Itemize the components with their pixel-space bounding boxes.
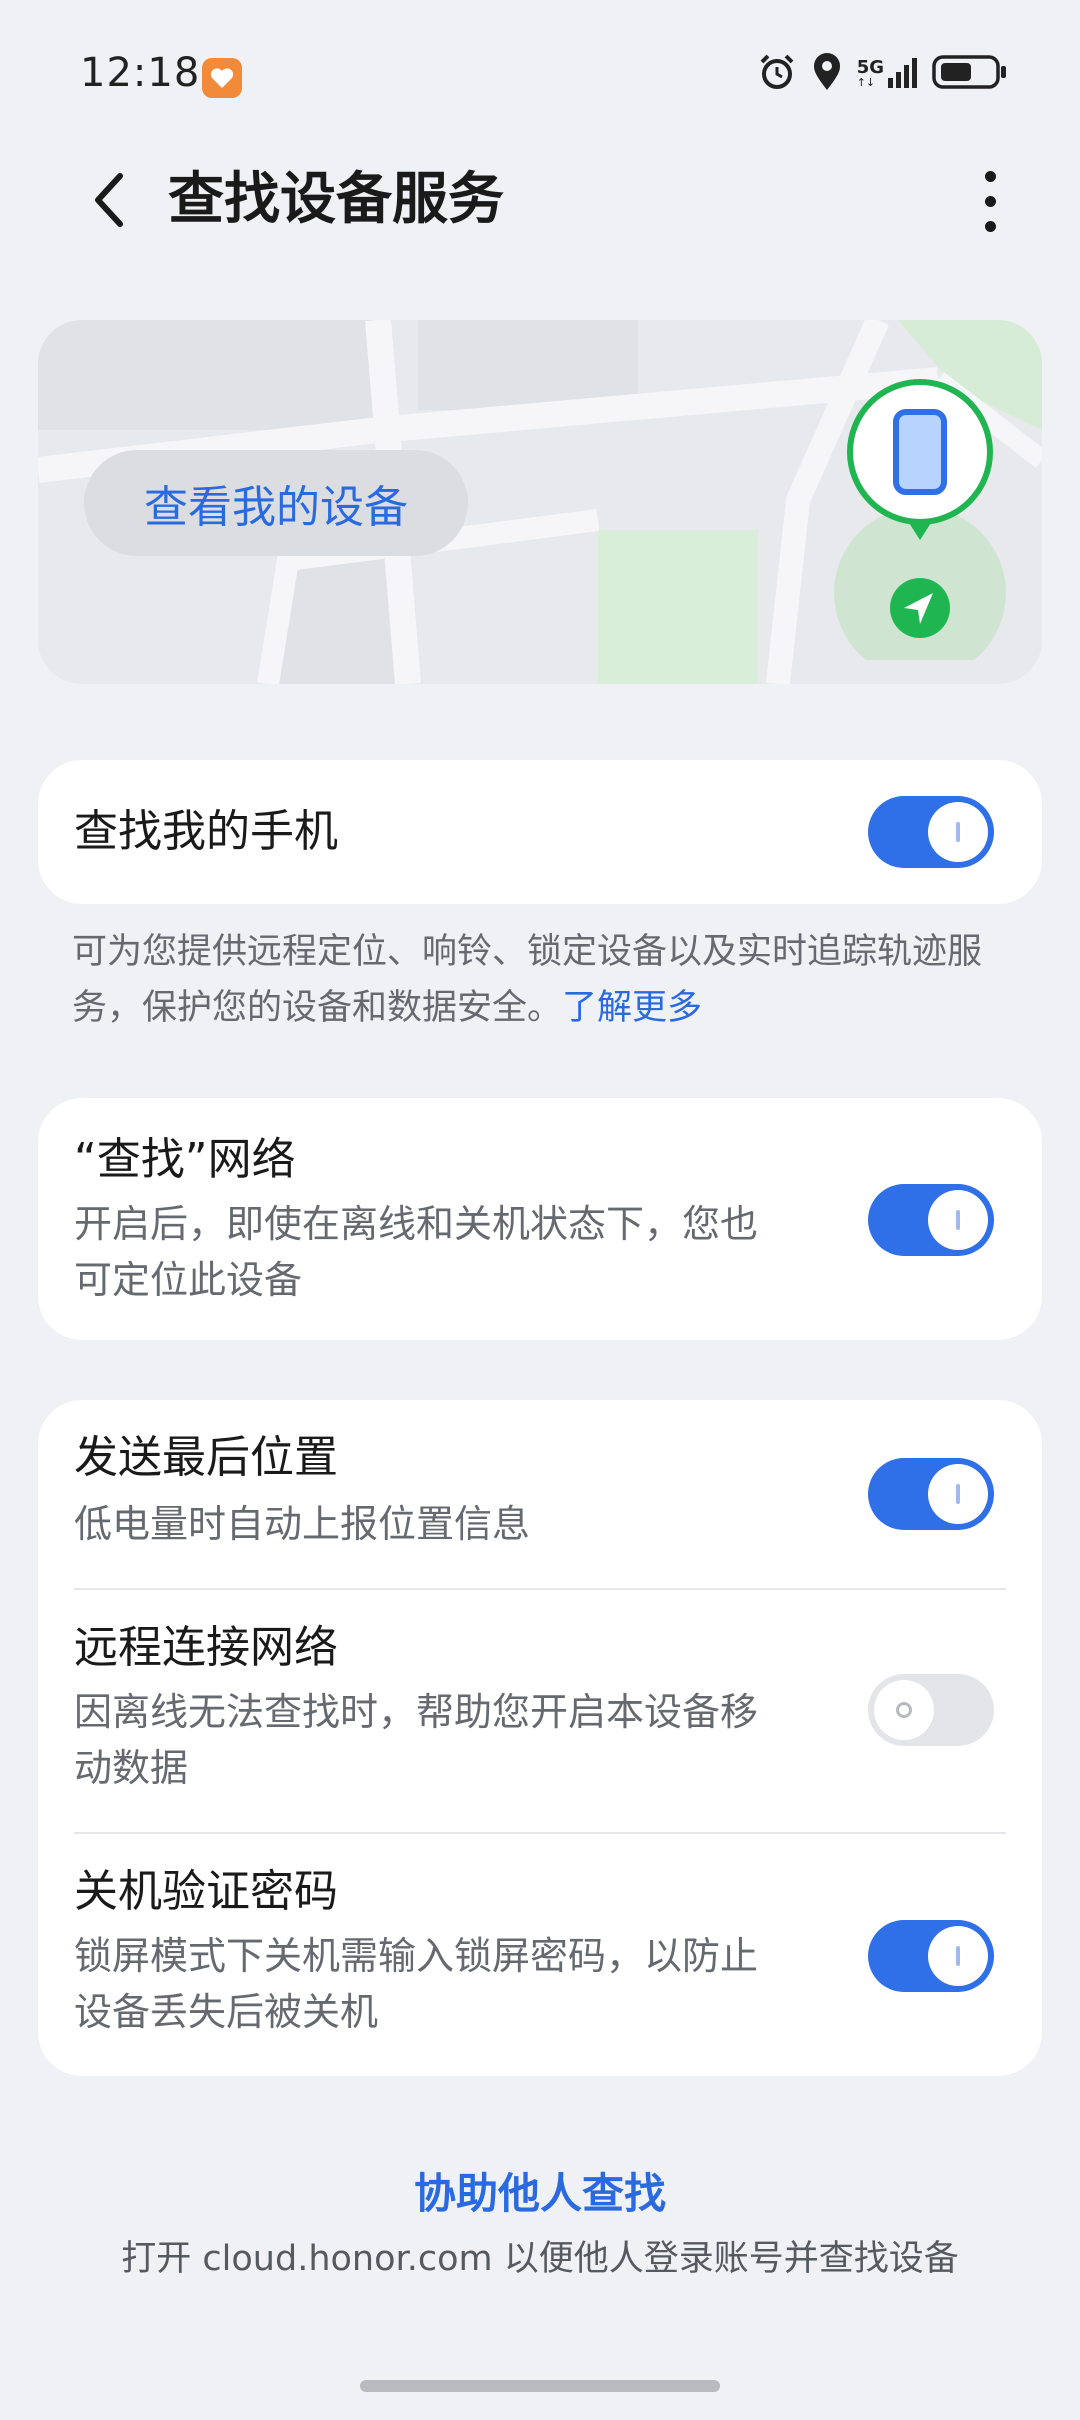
remote-network-title: 远程连接网络: [74, 1622, 338, 1673]
remote-network-toggle[interactable]: [868, 1674, 994, 1746]
page-title: 查找设备服务: [168, 167, 504, 232]
find-my-phone-title: 查找我的手机: [74, 806, 338, 857]
view-my-device-button[interactable]: 查看我的设备: [84, 450, 468, 556]
find-my-phone-toggle[interactable]: [868, 796, 994, 868]
assist-others-link[interactable]: 协助他人查找: [0, 2160, 1080, 2221]
find-network-subtitle: 开启后，即使在离线和关机状态下，您也可定位此设备: [74, 1202, 759, 1302]
device-map-card[interactable]: 查看我的设备: [38, 320, 1042, 684]
find-network-card: “查找”网络 开启后，即使在离线和关机状态下，您也可定位此设备: [38, 1098, 1042, 1340]
alarm-icon: [760, 54, 794, 89]
battery-icon: [932, 55, 1006, 89]
device-location-pin: [834, 379, 1006, 660]
find-description-text: 可为您提供远程定位、响铃、锁定设备以及实时追踪轨迹服务，保护您的设备和数据安全。: [72, 932, 983, 1028]
send-last-location-title: 发送最后位置: [74, 1432, 338, 1483]
shutdown-password-toggle[interactable]: [868, 1920, 994, 1992]
home-indicator[interactable]: [360, 2380, 720, 2392]
find-device-service-screen: 12:18 5G ↑↓ 查找设备服务 查看我的设备 查找我的手机 可为您提供远程…: [0, 0, 1080, 2420]
find-network-title: “查找”网络: [74, 1134, 296, 1185]
signal-icon: 5G ↑↓: [857, 56, 918, 88]
more-options-button[interactable]: [960, 166, 1020, 236]
remote-network-subtitle: 因离线无法查找时，帮助您开启本设备移动数据: [74, 1690, 759, 1790]
app-notification-icon: [202, 58, 242, 98]
location-icon: [813, 53, 840, 90]
location-settings-card: 发送最后位置 低电量时自动上报位置信息 远程连接网络 因离线无法查找时，帮助您开…: [38, 1400, 1042, 2076]
send-last-location-subtitle: 低电量时自动上报位置信息: [74, 1502, 531, 1546]
learn-more-link[interactable]: 了解更多: [562, 988, 702, 1028]
find-network-toggle[interactable]: [868, 1184, 994, 1256]
status-icons: 5G ↑↓: [757, 52, 1008, 92]
app-header: 查找设备服务: [0, 150, 1080, 250]
phone-icon: [893, 409, 947, 495]
find-description: 可为您提供远程定位、响铃、锁定设备以及实时追踪轨迹服务，保护您的设备和数据安全。…: [72, 924, 1022, 1036]
back-arrow-icon: [95, 173, 123, 227]
send-last-location-toggle[interactable]: [868, 1458, 994, 1530]
divider: [74, 1588, 1006, 1590]
network-type-label: 5G: [856, 57, 884, 78]
back-button[interactable]: [80, 170, 140, 230]
more-vertical-icon: [984, 170, 996, 182]
shutdown-password-subtitle: 锁屏模式下关机需输入锁屏密码，以防止设备丢失后被关机: [74, 1934, 759, 2034]
find-my-phone-card: 查找我的手机: [38, 760, 1042, 904]
status-time: 12:18: [80, 50, 201, 96]
assist-others-subtitle: 打开 cloud.honor.com 以便他人登录账号并查找设备: [121, 2239, 959, 2279]
divider: [74, 1832, 1006, 1834]
shutdown-password-title: 关机验证密码: [74, 1866, 338, 1917]
status-bar: 12:18 5G ↑↓: [0, 0, 1080, 150]
